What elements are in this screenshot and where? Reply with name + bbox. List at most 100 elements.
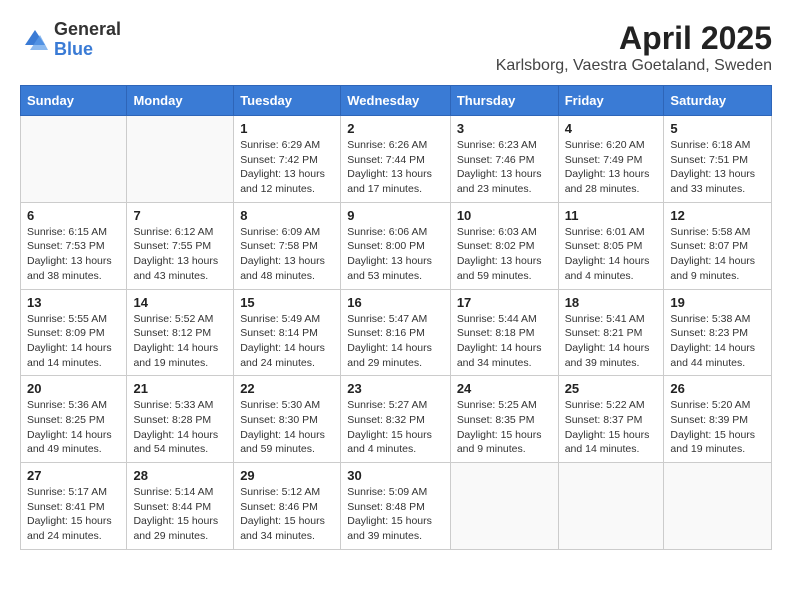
calendar-table: SundayMondayTuesdayWednesdayThursdayFrid… [20, 85, 772, 550]
day-number: 19 [670, 295, 765, 310]
day-number: 29 [240, 468, 334, 483]
calendar-week-row: 13 Sunrise: 5:55 AM Sunset: 8:09 PM Dayli… [21, 289, 772, 376]
logo-general-text: General [54, 20, 121, 40]
calendar-day-cell: 12 Sunrise: 5:58 AM Sunset: 8:07 PM Dayli… [664, 202, 772, 289]
calendar-day-cell: 10 Sunrise: 6:03 AM Sunset: 8:02 PM Dayli… [450, 202, 558, 289]
calendar-day-cell [450, 463, 558, 550]
day-info: Sunrise: 6:15 AM Sunset: 7:53 PM Dayligh… [27, 225, 120, 284]
day-info: Sunrise: 5:52 AM Sunset: 8:12 PM Dayligh… [133, 312, 227, 371]
calendar-day-cell: 7 Sunrise: 6:12 AM Sunset: 7:55 PM Daylig… [127, 202, 234, 289]
calendar-day-cell: 11 Sunrise: 6:01 AM Sunset: 8:05 PM Dayli… [558, 202, 664, 289]
day-info: Sunrise: 5:30 AM Sunset: 8:30 PM Dayligh… [240, 398, 334, 457]
calendar-day-cell: 4Sunrise: 6:20 AM Sunset: 7:49 PM Daylig… [558, 116, 664, 203]
title-block: April 2025 Karlsborg, Vaestra Goetaland,… [496, 20, 772, 75]
calendar-day-header: Wednesday [341, 86, 451, 116]
day-number: 1 [240, 121, 334, 136]
calendar-day-header: Saturday [664, 86, 772, 116]
day-number: 24 [457, 381, 552, 396]
calendar-day-cell: 15 Sunrise: 5:49 AM Sunset: 8:14 PM Dayli… [234, 289, 341, 376]
calendar-day-cell: 28Sunrise: 5:14 AM Sunset: 8:44 PM Dayli… [127, 463, 234, 550]
calendar-day-header: Sunday [21, 86, 127, 116]
day-number: 12 [670, 208, 765, 223]
calendar-day-cell: 17 Sunrise: 5:44 AM Sunset: 8:18 PM Dayli… [450, 289, 558, 376]
day-info: Sunrise: 5:20 AM Sunset: 8:39 PM Dayligh… [670, 398, 765, 457]
day-number: 9 [347, 208, 444, 223]
day-number: 10 [457, 208, 552, 223]
logo-blue-text: Blue [54, 40, 121, 60]
calendar-day-header: Monday [127, 86, 234, 116]
day-info: Sunrise: 5:58 AM Sunset: 8:07 PM Dayligh… [670, 225, 765, 284]
day-info: Sunrise: 5:55 AM Sunset: 8:09 PM Dayligh… [27, 312, 120, 371]
day-info: Sunrise: 6:29 AM Sunset: 7:42 PM Dayligh… [240, 138, 334, 197]
day-number: 13 [27, 295, 120, 310]
calendar-day-header: Thursday [450, 86, 558, 116]
day-number: 16 [347, 295, 444, 310]
calendar-day-cell: 21Sunrise: 5:33 AM Sunset: 8:28 PM Dayli… [127, 376, 234, 463]
day-info: Sunrise: 6:01 AM Sunset: 8:05 PM Dayligh… [565, 225, 658, 284]
day-info: Sunrise: 6:26 AM Sunset: 7:44 PM Dayligh… [347, 138, 444, 197]
calendar-day-cell: 2 Sunrise: 6:26 AM Sunset: 7:44 PM Daylig… [341, 116, 451, 203]
calendar-day-cell: 19 Sunrise: 5:38 AM Sunset: 8:23 PM Dayli… [664, 289, 772, 376]
day-info: Sunrise: 6:03 AM Sunset: 8:02 PM Dayligh… [457, 225, 552, 284]
day-number: 2 [347, 121, 444, 136]
calendar-day-cell [664, 463, 772, 550]
day-info: Sunrise: 5:38 AM Sunset: 8:23 PM Dayligh… [670, 312, 765, 371]
calendar-day-cell: 18Sunrise: 5:41 AM Sunset: 8:21 PM Dayli… [558, 289, 664, 376]
calendar-day-cell [21, 116, 127, 203]
calendar-day-cell: 14 Sunrise: 5:52 AM Sunset: 8:12 PM Dayli… [127, 289, 234, 376]
day-number: 30 [347, 468, 444, 483]
day-info: Sunrise: 5:36 AM Sunset: 8:25 PM Dayligh… [27, 398, 120, 457]
day-number: 25 [565, 381, 658, 396]
day-info: Sunrise: 5:49 AM Sunset: 8:14 PM Dayligh… [240, 312, 334, 371]
day-number: 20 [27, 381, 120, 396]
day-number: 6 [27, 208, 120, 223]
calendar-header-row: SundayMondayTuesdayWednesdayThursdayFrid… [21, 86, 772, 116]
logo-icon [20, 25, 50, 55]
day-info: Sunrise: 5:14 AM Sunset: 8:44 PM Dayligh… [133, 485, 227, 544]
day-info: Sunrise: 5:12 AM Sunset: 8:46 PM Dayligh… [240, 485, 334, 544]
calendar-day-cell: 20 Sunrise: 5:36 AM Sunset: 8:25 PM Dayli… [21, 376, 127, 463]
day-number: 21 [133, 381, 227, 396]
day-info: Sunrise: 6:23 AM Sunset: 7:46 PM Dayligh… [457, 138, 552, 197]
calendar-day-cell: 5 Sunrise: 6:18 AM Sunset: 7:51 PM Daylig… [664, 116, 772, 203]
calendar-day-cell: 22Sunrise: 5:30 AM Sunset: 8:30 PM Dayli… [234, 376, 341, 463]
day-info: Sunrise: 5:09 AM Sunset: 8:48 PM Dayligh… [347, 485, 444, 544]
calendar-day-cell [558, 463, 664, 550]
day-number: 4 [565, 121, 658, 136]
day-info: Sunrise: 5:41 AM Sunset: 8:21 PM Dayligh… [565, 312, 658, 371]
day-info: Sunrise: 6:09 AM Sunset: 7:58 PM Dayligh… [240, 225, 334, 284]
day-number: 5 [670, 121, 765, 136]
calendar-day-cell: 3 Sunrise: 6:23 AM Sunset: 7:46 PM Daylig… [450, 116, 558, 203]
day-number: 23 [347, 381, 444, 396]
day-number: 14 [133, 295, 227, 310]
day-info: Sunrise: 5:44 AM Sunset: 8:18 PM Dayligh… [457, 312, 552, 371]
page-header: General Blue April 2025 Karlsborg, Vaest… [20, 20, 772, 75]
day-number: 7 [133, 208, 227, 223]
day-number: 11 [565, 208, 658, 223]
day-number: 27 [27, 468, 120, 483]
calendar-day-cell: 23 Sunrise: 5:27 AM Sunset: 8:32 PM Dayli… [341, 376, 451, 463]
calendar-body: 1 Sunrise: 6:29 AM Sunset: 7:42 PM Daylig… [21, 116, 772, 550]
day-info: Sunrise: 5:22 AM Sunset: 8:37 PM Dayligh… [565, 398, 658, 457]
page-subtitle: Karlsborg, Vaestra Goetaland, Sweden [496, 57, 772, 75]
calendar-day-cell [127, 116, 234, 203]
calendar-day-cell: 9 Sunrise: 6:06 AM Sunset: 8:00 PM Daylig… [341, 202, 451, 289]
day-number: 15 [240, 295, 334, 310]
day-number: 17 [457, 295, 552, 310]
day-number: 3 [457, 121, 552, 136]
day-info: Sunrise: 6:06 AM Sunset: 8:00 PM Dayligh… [347, 225, 444, 284]
calendar-week-row: 1 Sunrise: 6:29 AM Sunset: 7:42 PM Daylig… [21, 116, 772, 203]
page-title: April 2025 [496, 20, 772, 57]
day-number: 8 [240, 208, 334, 223]
day-info: Sunrise: 5:27 AM Sunset: 8:32 PM Dayligh… [347, 398, 444, 457]
day-info: Sunrise: 6:12 AM Sunset: 7:55 PM Dayligh… [133, 225, 227, 284]
calendar-day-cell: 26 Sunrise: 5:20 AM Sunset: 8:39 PM Dayli… [664, 376, 772, 463]
day-info: Sunrise: 6:18 AM Sunset: 7:51 PM Dayligh… [670, 138, 765, 197]
calendar-week-row: 20 Sunrise: 5:36 AM Sunset: 8:25 PM Dayli… [21, 376, 772, 463]
calendar-day-cell: 1 Sunrise: 6:29 AM Sunset: 7:42 PM Daylig… [234, 116, 341, 203]
calendar-day-cell: 13 Sunrise: 5:55 AM Sunset: 8:09 PM Dayli… [21, 289, 127, 376]
day-number: 26 [670, 381, 765, 396]
calendar-week-row: 6 Sunrise: 6:15 AM Sunset: 7:53 PM Daylig… [21, 202, 772, 289]
calendar-day-cell: 25 Sunrise: 5:22 AM Sunset: 8:37 PM Dayli… [558, 376, 664, 463]
calendar-day-cell: 24Sunrise: 5:25 AM Sunset: 8:35 PM Dayli… [450, 376, 558, 463]
